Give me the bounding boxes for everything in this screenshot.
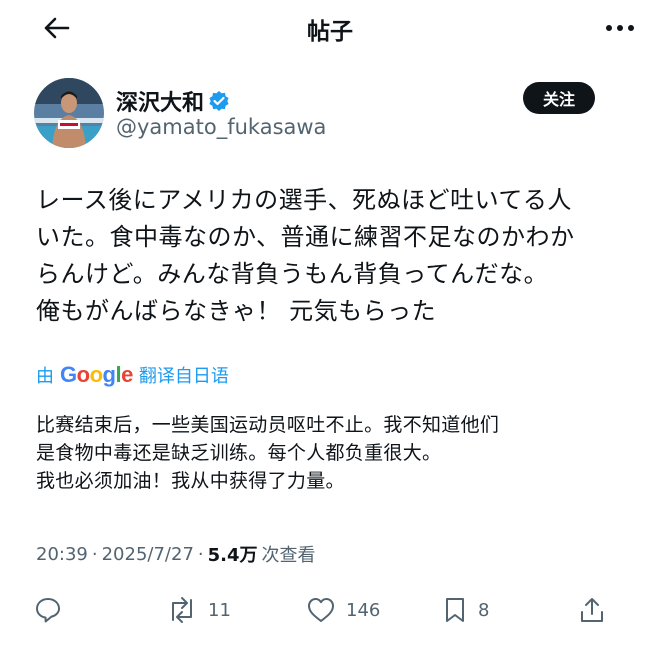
view-label: 次查看 [261, 545, 316, 566]
bookmark-icon [446, 598, 464, 622]
action-bar: 11 146 8 [0, 590, 660, 630]
post-line: 俺もがんばらなきゃ！ 元気もらった [36, 297, 437, 325]
reply-icon [36, 598, 60, 623]
share-icon [581, 598, 603, 622]
avatar[interactable] [34, 78, 104, 148]
like-button[interactable]: 146 [306, 590, 380, 630]
repost-count: 11 [208, 599, 231, 621]
author-name-row[interactable]: 深沢大和 [116, 85, 230, 117]
share-button[interactable] [578, 590, 606, 630]
more-dots-icon [606, 25, 634, 31]
post-line: いた。食中毒なのか、普通に練習不足なのかわか [36, 223, 575, 251]
translated-line: 我也必须加油！我从中获得了力量。 [36, 470, 345, 492]
avatar-image [34, 78, 104, 148]
bookmark-button[interactable]: 8 [442, 590, 489, 630]
post-line: レース後にアメリカの選手、死ぬほど吐いてる人 [36, 186, 572, 214]
repost-button[interactable]: 11 [166, 590, 231, 630]
post-line: らんけど。みんな背負うもん背負ってんだな。 [36, 260, 549, 288]
post-date[interactable]: 2025/7/27 [102, 544, 194, 565]
meta-separator: · [91, 543, 98, 565]
repost-icon [172, 597, 192, 623]
translation-source: 翻译自日语 [138, 366, 229, 387]
translated-text: 比赛结束后，一些美国运动员呕吐不止。我不知道他们 是食物中毒还是缺乏训练。每个人… [36, 411, 636, 495]
heart-icon [308, 598, 334, 622]
author-handle[interactable]: @yamato_fukasawa [116, 115, 326, 139]
post-text: レース後にアメリカの選手、死ぬほど吐いてる人 いた。食中毒なのか、普通に練習不足… [36, 182, 636, 330]
top-bar: 帖子 [0, 0, 660, 56]
view-count: 5.4万 [207, 545, 258, 566]
translated-line: 是食物中毒还是缺乏训练。每个人都负重很大。 [36, 442, 442, 464]
verified-badge-icon [209, 91, 229, 111]
post-time[interactable]: 20:39 [36, 544, 88, 565]
translation-prefix: 由 [36, 366, 54, 387]
more-options-button[interactable] [600, 12, 640, 44]
bookmark-count: 8 [478, 599, 490, 621]
follow-button[interactable]: 关注 [523, 82, 595, 114]
display-name: 深沢大和 [116, 91, 205, 116]
like-count: 146 [346, 599, 381, 621]
post-meta: 20:39 · 2025/7/27 · 5.4万 次查看 [36, 541, 316, 567]
translation-attribution[interactable]: 由 Google 翻译自日语 [36, 362, 229, 388]
reply-button[interactable] [34, 590, 62, 630]
page-title: 帖子 [307, 19, 353, 45]
translated-line: 比赛结束后，一些美国运动员呕吐不止。我不知道他们 [36, 414, 500, 436]
meta-separator: · [197, 543, 204, 565]
google-logo: Google [60, 362, 133, 387]
